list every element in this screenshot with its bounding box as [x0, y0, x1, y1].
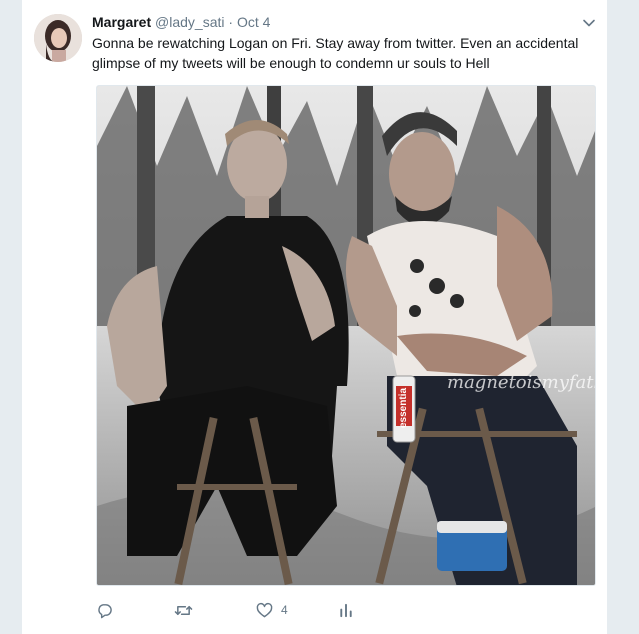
tweet-header: Margaret @lady_sati · Oct 4: [92, 13, 270, 31]
analytics-icon: [339, 602, 353, 619]
like-button[interactable]: 4: [256, 600, 288, 620]
author-handle[interactable]: @lady_sati: [155, 14, 224, 30]
avatar[interactable]: [34, 14, 82, 62]
reply-button[interactable]: [96, 600, 113, 620]
separator-dot: ·: [228, 14, 234, 30]
like-count: 4: [281, 603, 288, 617]
author-name[interactable]: Margaret: [92, 14, 151, 30]
tweet-date[interactable]: Oct 4: [237, 14, 270, 30]
reply-icon: [96, 602, 113, 619]
analytics-button[interactable]: [339, 600, 353, 620]
tweet-card[interactable]: Margaret @lady_sati · Oct 4 Gonna be rew…: [21, 0, 608, 634]
retweet-button[interactable]: [174, 600, 193, 620]
heart-icon: [256, 602, 273, 619]
bottle-label: essentia: [398, 388, 409, 428]
watermark-text: magnetoismyfather: [447, 372, 596, 393]
tweet-actions: 4: [96, 600, 596, 622]
tweet-text: Gonna be rewatching Logan on Fri. Stay a…: [92, 35, 579, 71]
retweet-icon: [174, 602, 193, 619]
chevron-down-icon[interactable]: [582, 16, 596, 30]
tweet-photo[interactable]: essentia magnetoismyfather: [96, 85, 596, 586]
